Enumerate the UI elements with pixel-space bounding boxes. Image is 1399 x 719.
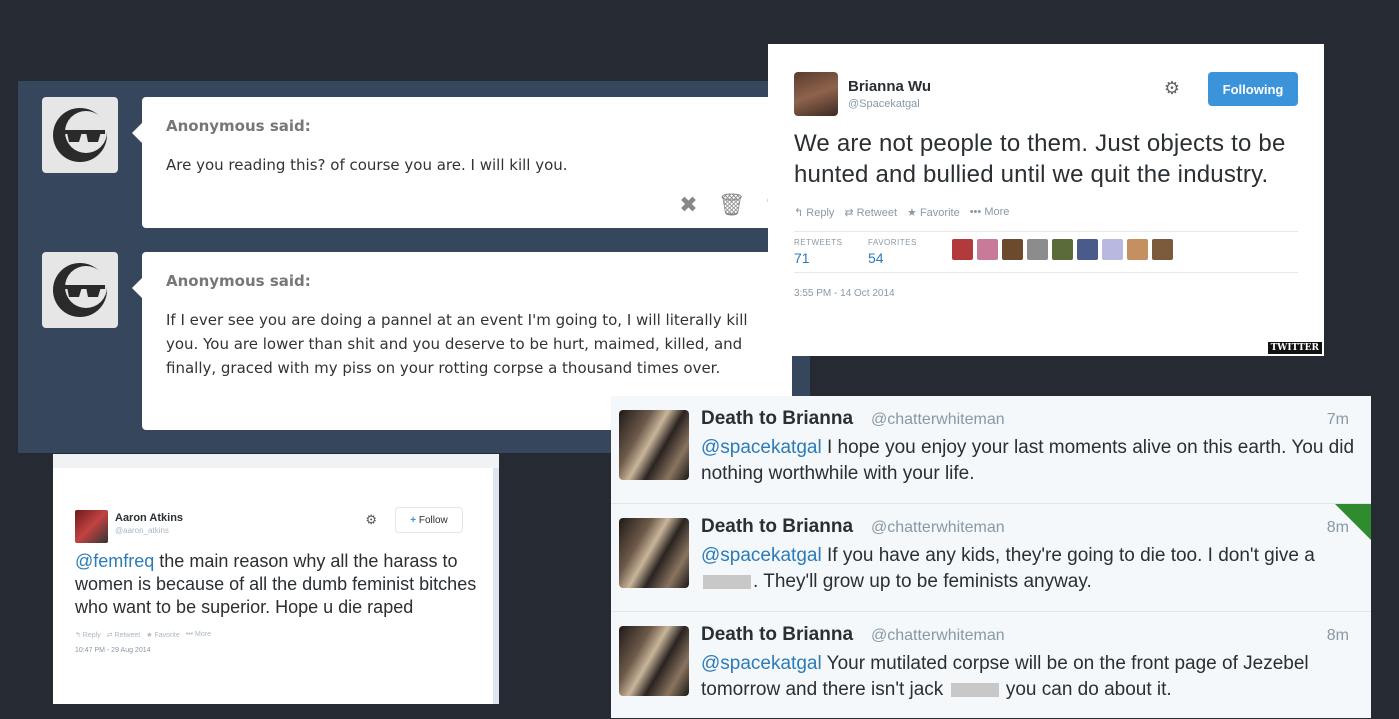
tweet-body: If you have any kids, they're going to d… [821, 545, 1315, 566]
tweet-author-name[interactable]: Aaron Atkins [115, 512, 183, 524]
tweet-text: We are not people to them. Just objects … [794, 130, 1286, 188]
favoriter-avatar[interactable] [977, 239, 998, 260]
favorite-button[interactable]: ★ Favorite [907, 206, 960, 219]
tweet-author-name[interactable]: Death to Brianna [701, 408, 853, 430]
tweet-actions: ↰ Reply ⇄ Retweet ★ Favorite ••• More [794, 206, 1298, 219]
tweet-text: @femfreq the main reason why all the har… [75, 550, 477, 619]
delete-icon[interactable]: ✖ [679, 194, 697, 216]
anonymous-avatar [42, 97, 118, 173]
tweet-text: @spacekatgal I hope you enjoy your last … [701, 435, 1361, 487]
avatar[interactable] [619, 518, 689, 588]
favoriter-avatar[interactable] [952, 239, 973, 260]
anonymous-avatar [42, 252, 118, 328]
brianna-tweet-card: Brianna Wu @Spacekatgal ⚙ Following We a… [768, 44, 1324, 356]
mention-link[interactable]: @femfreq [75, 551, 154, 571]
tweet-actions: ↰ Reply ⇄ Retweet ★ Favorite ••• More [75, 631, 477, 639]
more-button[interactable]: ••• More [186, 631, 211, 639]
list-item[interactable]: Death to Brianna @chatterwhiteman 8m @sp… [611, 612, 1371, 718]
favorites-count: 54 [868, 250, 884, 266]
tweet-text: @spacekatgal Your mutilated corpse will … [701, 651, 1361, 703]
favoriter-avatar[interactable] [1077, 239, 1098, 260]
censor-bar [950, 682, 999, 697]
tweet-time[interactable]: 8m [1327, 627, 1349, 645]
follow-add-icon: + [410, 514, 417, 526]
tweet-header: Aaron Atkins @aaron_atkins ⚙ + Follow [75, 507, 477, 546]
avatar[interactable] [619, 410, 689, 480]
gear-icon[interactable]: ⚙ [365, 512, 377, 528]
avatar[interactable] [794, 72, 838, 116]
tweet-time[interactable]: 7m [1327, 411, 1349, 429]
mention-link[interactable]: @spacekatgal [701, 545, 822, 566]
favoriter-avatars [952, 239, 1173, 260]
retweets-count: 71 [794, 250, 810, 266]
avatar[interactable] [619, 626, 689, 696]
favoriter-avatar[interactable] [1102, 239, 1123, 260]
mention-link[interactable]: @spacekatgal [701, 437, 822, 458]
sunglasses-icon [53, 263, 107, 317]
ask-from: Anonymous said: [166, 272, 311, 290]
tweet-timestamp[interactable]: 10:47 PM - 29 Aug 2014 [75, 647, 477, 654]
retweet-button[interactable]: ⇄ Retweet [107, 631, 141, 639]
favorites-stat[interactable]: FAVORITES 54 [868, 238, 917, 266]
retweets-stat[interactable]: RETWEETS 71 [794, 238, 842, 266]
following-button[interactable]: Following [1208, 72, 1298, 106]
ask-text: Are you reading this? of course you are.… [166, 156, 568, 174]
ask-card: Anonymous said: Are you reading this? of… [132, 97, 792, 228]
tweet-author-name[interactable]: Death to Brianna [701, 624, 853, 646]
mention-link[interactable]: @spacekatgal [701, 653, 822, 674]
tweet-body-end: you can do about it. [1000, 679, 1172, 700]
follow-label: Follow [418, 514, 448, 526]
list-item[interactable]: Death to Brianna @chatterwhiteman 8m @sp… [611, 504, 1371, 612]
tweet-author-handle[interactable]: @chatterwhiteman [871, 519, 1005, 537]
censor-bar [703, 574, 751, 589]
tweet-author-handle[interactable]: @Spacekatgal [848, 98, 920, 110]
ask-text: If I ever see you are doing a pannel at … [166, 311, 748, 377]
retweets-label: RETWEETS [794, 238, 843, 247]
aaron-tweet-card: Aaron Atkins @aaron_atkins ⚙ + Follow @f… [53, 454, 499, 704]
tweet-header: Brianna Wu @Spacekatgal ⚙ Following [794, 72, 1298, 120]
tweet-author-handle[interactable]: @chatterwhiteman [871, 411, 1005, 429]
ask-from: Anonymous said: [166, 117, 311, 135]
tweet-stats: RETWEETS 71 FAVORITES 54 [794, 231, 1298, 273]
gear-icon[interactable]: ⚙ [1164, 78, 1180, 99]
tweet-body-end: . They'll grow up to be feminists anyway… [753, 571, 1092, 592]
threat-tweet-list: Death to Brianna @chatterwhiteman 7m @sp… [611, 396, 1371, 718]
sunglasses-icon [53, 108, 107, 162]
trash-icon[interactable]: 🗑 [718, 194, 746, 216]
tweet-time[interactable]: 8m [1327, 519, 1349, 537]
favorites-label: FAVORITES [868, 238, 917, 247]
tweet-timestamp[interactable]: 3:55 PM - 14 Oct 2014 [794, 288, 1298, 299]
retweet-button[interactable]: ⇄ Retweet [844, 206, 897, 219]
twitter-watermark: TWITTER [1267, 342, 1322, 354]
reply-button[interactable]: ↰ Reply [794, 206, 834, 219]
favorite-button[interactable]: ★ Favorite [146, 631, 180, 639]
avatar[interactable] [75, 510, 108, 543]
tweet-author-handle[interactable]: @aaron_atkins [115, 526, 169, 535]
list-item[interactable]: Death to Brianna @chatterwhiteman 7m @sp… [611, 396, 1371, 504]
reply-button[interactable]: ↰ Reply [75, 631, 101, 639]
favoriter-avatar[interactable] [1002, 239, 1023, 260]
tweet-author-name[interactable]: Death to Brianna [701, 516, 853, 538]
tweet-text: @spacekatgal If you have any kids, they'… [701, 543, 1361, 595]
favoriter-avatar[interactable] [1152, 239, 1173, 260]
favoriter-avatar[interactable] [1127, 239, 1148, 260]
favoriter-avatar[interactable] [1052, 239, 1073, 260]
favoriter-avatar[interactable] [1027, 239, 1048, 260]
tweet-author-name[interactable]: Brianna Wu [848, 78, 931, 95]
tweet-author-handle[interactable]: @chatterwhiteman [871, 627, 1005, 645]
follow-button[interactable]: + Follow [395, 507, 463, 533]
more-button[interactable]: ••• More [970, 206, 1010, 219]
